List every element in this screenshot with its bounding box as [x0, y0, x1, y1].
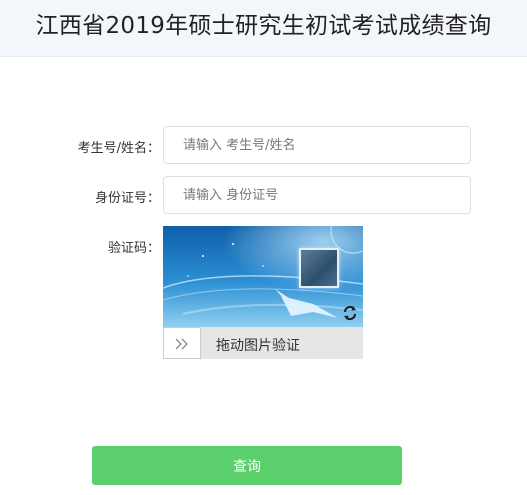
refresh-icon[interactable]	[342, 305, 358, 321]
slider-instruction: 拖动图片验证	[216, 338, 300, 354]
slider-handle[interactable]	[163, 327, 201, 359]
id-number-label: 身份证号：	[94, 191, 160, 206]
id-number-input[interactable]	[163, 176, 471, 214]
slider-captcha: 拖动图片验证	[163, 226, 363, 359]
slider-track: 拖动图片验证	[163, 327, 363, 359]
exam-number-name-input[interactable]	[163, 126, 471, 164]
query-button[interactable]: 查询	[92, 446, 402, 485]
page-title: 江西省2019年硕士研究生初试考试成绩查询	[35, 13, 492, 39]
puzzle-piece[interactable]	[299, 248, 339, 288]
captcha-label: 验证码：	[107, 241, 160, 256]
exam-number-name-label: 考生号/姓名：	[77, 141, 160, 156]
page-header: 江西省2019年硕士研究生初试考试成绩查询	[0, 0, 527, 57]
double-chevron-right-icon	[175, 338, 188, 350]
